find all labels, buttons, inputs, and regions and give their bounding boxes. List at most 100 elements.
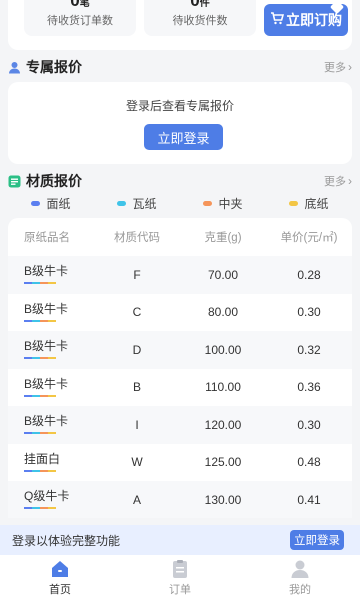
legend-dot	[289, 200, 299, 206]
cell-code: D	[132, 342, 142, 357]
layer-bar-segment	[40, 394, 48, 397]
layer-bar-segment	[24, 394, 32, 397]
pending-orders-value: 0	[70, 0, 80, 10]
order-now-label: 立即订购	[286, 12, 342, 28]
exclusive-login-button[interactable]: 立即登录	[144, 124, 223, 150]
material-layer-bar	[24, 507, 56, 510]
layer-bar-segment	[24, 469, 32, 472]
cell-price: 0.41	[297, 492, 321, 507]
table-row[interactable]: B级牛卡 I 120.00 0.30	[8, 406, 352, 444]
layer-bar-segment	[48, 432, 56, 435]
cell-weight: 130.00	[204, 492, 242, 507]
cell-code: I	[135, 417, 139, 432]
column-header-code: 材质代码	[114, 232, 160, 244]
legend-label: 面纸	[46, 196, 71, 211]
layer-bar-segment	[24, 319, 32, 322]
layer-bar-segment	[32, 319, 40, 322]
order-icon	[170, 559, 190, 579]
profile-icon	[290, 559, 310, 579]
layer-bar-segment	[32, 432, 40, 435]
exclusive-more-link[interactable]: 更多 ›	[324, 59, 352, 75]
exclusive-quote-header: 专属报价 更多 ›	[8, 52, 352, 82]
material-layer-bar	[24, 469, 56, 472]
user-icon	[8, 61, 21, 74]
layer-bar-segment	[24, 432, 32, 435]
column-header-price: 单价(元/㎡)	[280, 232, 338, 244]
nav-item-profile[interactable]: 我的	[240, 555, 360, 600]
cell-code: C	[132, 305, 142, 320]
cell-name: Q级牛卡	[8, 487, 94, 512]
column-header-name: 原纸品名	[24, 232, 70, 244]
layer-bar-segment	[24, 357, 32, 360]
legend-item-face: 面纸	[31, 195, 71, 212]
material-more-link[interactable]: 更多 ›	[324, 173, 352, 189]
table-row[interactable]: B级牛卡 B 110.00 0.36	[8, 369, 352, 407]
table-row[interactable]: B级牛卡 F 70.00 0.28	[8, 256, 352, 294]
stats-card: 0笔 待收货订单数 0件 待收货件数 立即订购	[8, 0, 352, 50]
material-more-label: 更多	[324, 176, 346, 188]
legend-dot	[31, 200, 41, 206]
material-name: B级牛卡	[24, 414, 69, 429]
table-row[interactable]: Q级牛卡 A 130.00 0.41	[8, 481, 352, 518]
cell-weight: 125.00	[204, 455, 242, 470]
material-quote-header: 材质报价 更多 ›	[8, 166, 352, 196]
chevron-right-icon: ›	[348, 60, 352, 74]
layer-bar-segment	[32, 394, 40, 397]
material-price-table: 原纸品名 材质代码 克重(g) 单价(元/㎡) B级牛卡 F 70.00 0.28 B级…	[8, 218, 352, 518]
cell-price: 0.30	[297, 305, 321, 320]
cell-price: 0.30	[297, 417, 321, 432]
layer-bar-segment	[40, 432, 48, 435]
pending-orders-unit: 笔	[79, 0, 90, 9]
chevron-right-icon: ›	[348, 174, 352, 188]
material-legend: 面纸 瓦纸 中夹 底纸	[8, 193, 352, 213]
pending-items-unit: 件	[199, 0, 210, 9]
legend-label: 中夹	[218, 196, 243, 211]
layer-bar-segment	[24, 282, 32, 285]
material-layer-bar	[24, 319, 56, 322]
order-now-button[interactable]: 立即订购	[264, 0, 348, 36]
cell-code: W	[131, 455, 143, 470]
layer-bar-segment	[40, 357, 48, 360]
login-prompt-bar: 登录以体验完整功能 立即登录	[0, 525, 360, 555]
layer-bar-segment	[32, 357, 40, 360]
material-layer-bar	[24, 282, 56, 285]
material-name: B级牛卡	[24, 339, 69, 354]
cell-weight: 120.00	[204, 417, 242, 432]
legend-dot	[203, 200, 213, 206]
cell-code: F	[133, 267, 141, 282]
table-row[interactable]: B级牛卡 D 100.00 0.32	[8, 331, 352, 369]
login-prompt-button[interactable]: 立即登录	[290, 530, 344, 550]
material-layer-bar	[24, 357, 56, 360]
material-name: B级牛卡	[24, 301, 69, 316]
layer-bar-segment	[40, 319, 48, 322]
layer-bar-segment	[24, 507, 32, 510]
exclusive-login-card: 登录后查看专属报价 立即登录	[8, 82, 352, 164]
column-header-weight: 克重(g)	[204, 232, 242, 244]
layer-bar-segment	[32, 282, 40, 285]
cell-weight: 110.00	[205, 380, 241, 395]
layer-bar-segment	[48, 319, 56, 322]
table-row[interactable]: 挂面白 W 125.00 0.48	[8, 444, 352, 482]
pending-items-label: 待收货件数	[172, 15, 228, 27]
layer-bar-segment	[32, 507, 40, 510]
cell-code: B	[132, 380, 141, 395]
cell-name: B级牛卡	[8, 262, 94, 287]
table-body: B级牛卡 F 70.00 0.28 B级牛卡 C 80.00 0.30 B级牛卡 D 100.00 0…	[8, 256, 352, 518]
pending-orders-stat[interactable]: 0笔 待收货订单数	[24, 0, 136, 36]
cell-price: 0.32	[297, 342, 321, 357]
exclusive-quote-title: 专属报价	[26, 59, 82, 75]
nav-label-profile: 我的	[289, 583, 311, 596]
cell-weight: 80.00	[207, 305, 239, 320]
layer-bar-segment	[48, 282, 56, 285]
layer-bar-segment	[48, 394, 56, 397]
material-name: B级牛卡	[24, 376, 69, 391]
nav-item-orders[interactable]: 订单	[120, 555, 240, 600]
table-row[interactable]: B级牛卡 C 80.00 0.30	[8, 294, 352, 332]
layer-bar-segment	[40, 469, 48, 472]
legend-item-middle: 中夹	[203, 195, 243, 212]
nav-item-home[interactable]: 首页	[0, 555, 120, 600]
legend-item-corrugated: 瓦纸	[117, 195, 157, 212]
pending-items-stat[interactable]: 0件 待收货件数	[144, 0, 256, 36]
table-header: 原纸品名 材质代码 克重(g) 单价(元/㎡)	[8, 218, 352, 256]
pending-items-value: 0	[190, 0, 200, 10]
